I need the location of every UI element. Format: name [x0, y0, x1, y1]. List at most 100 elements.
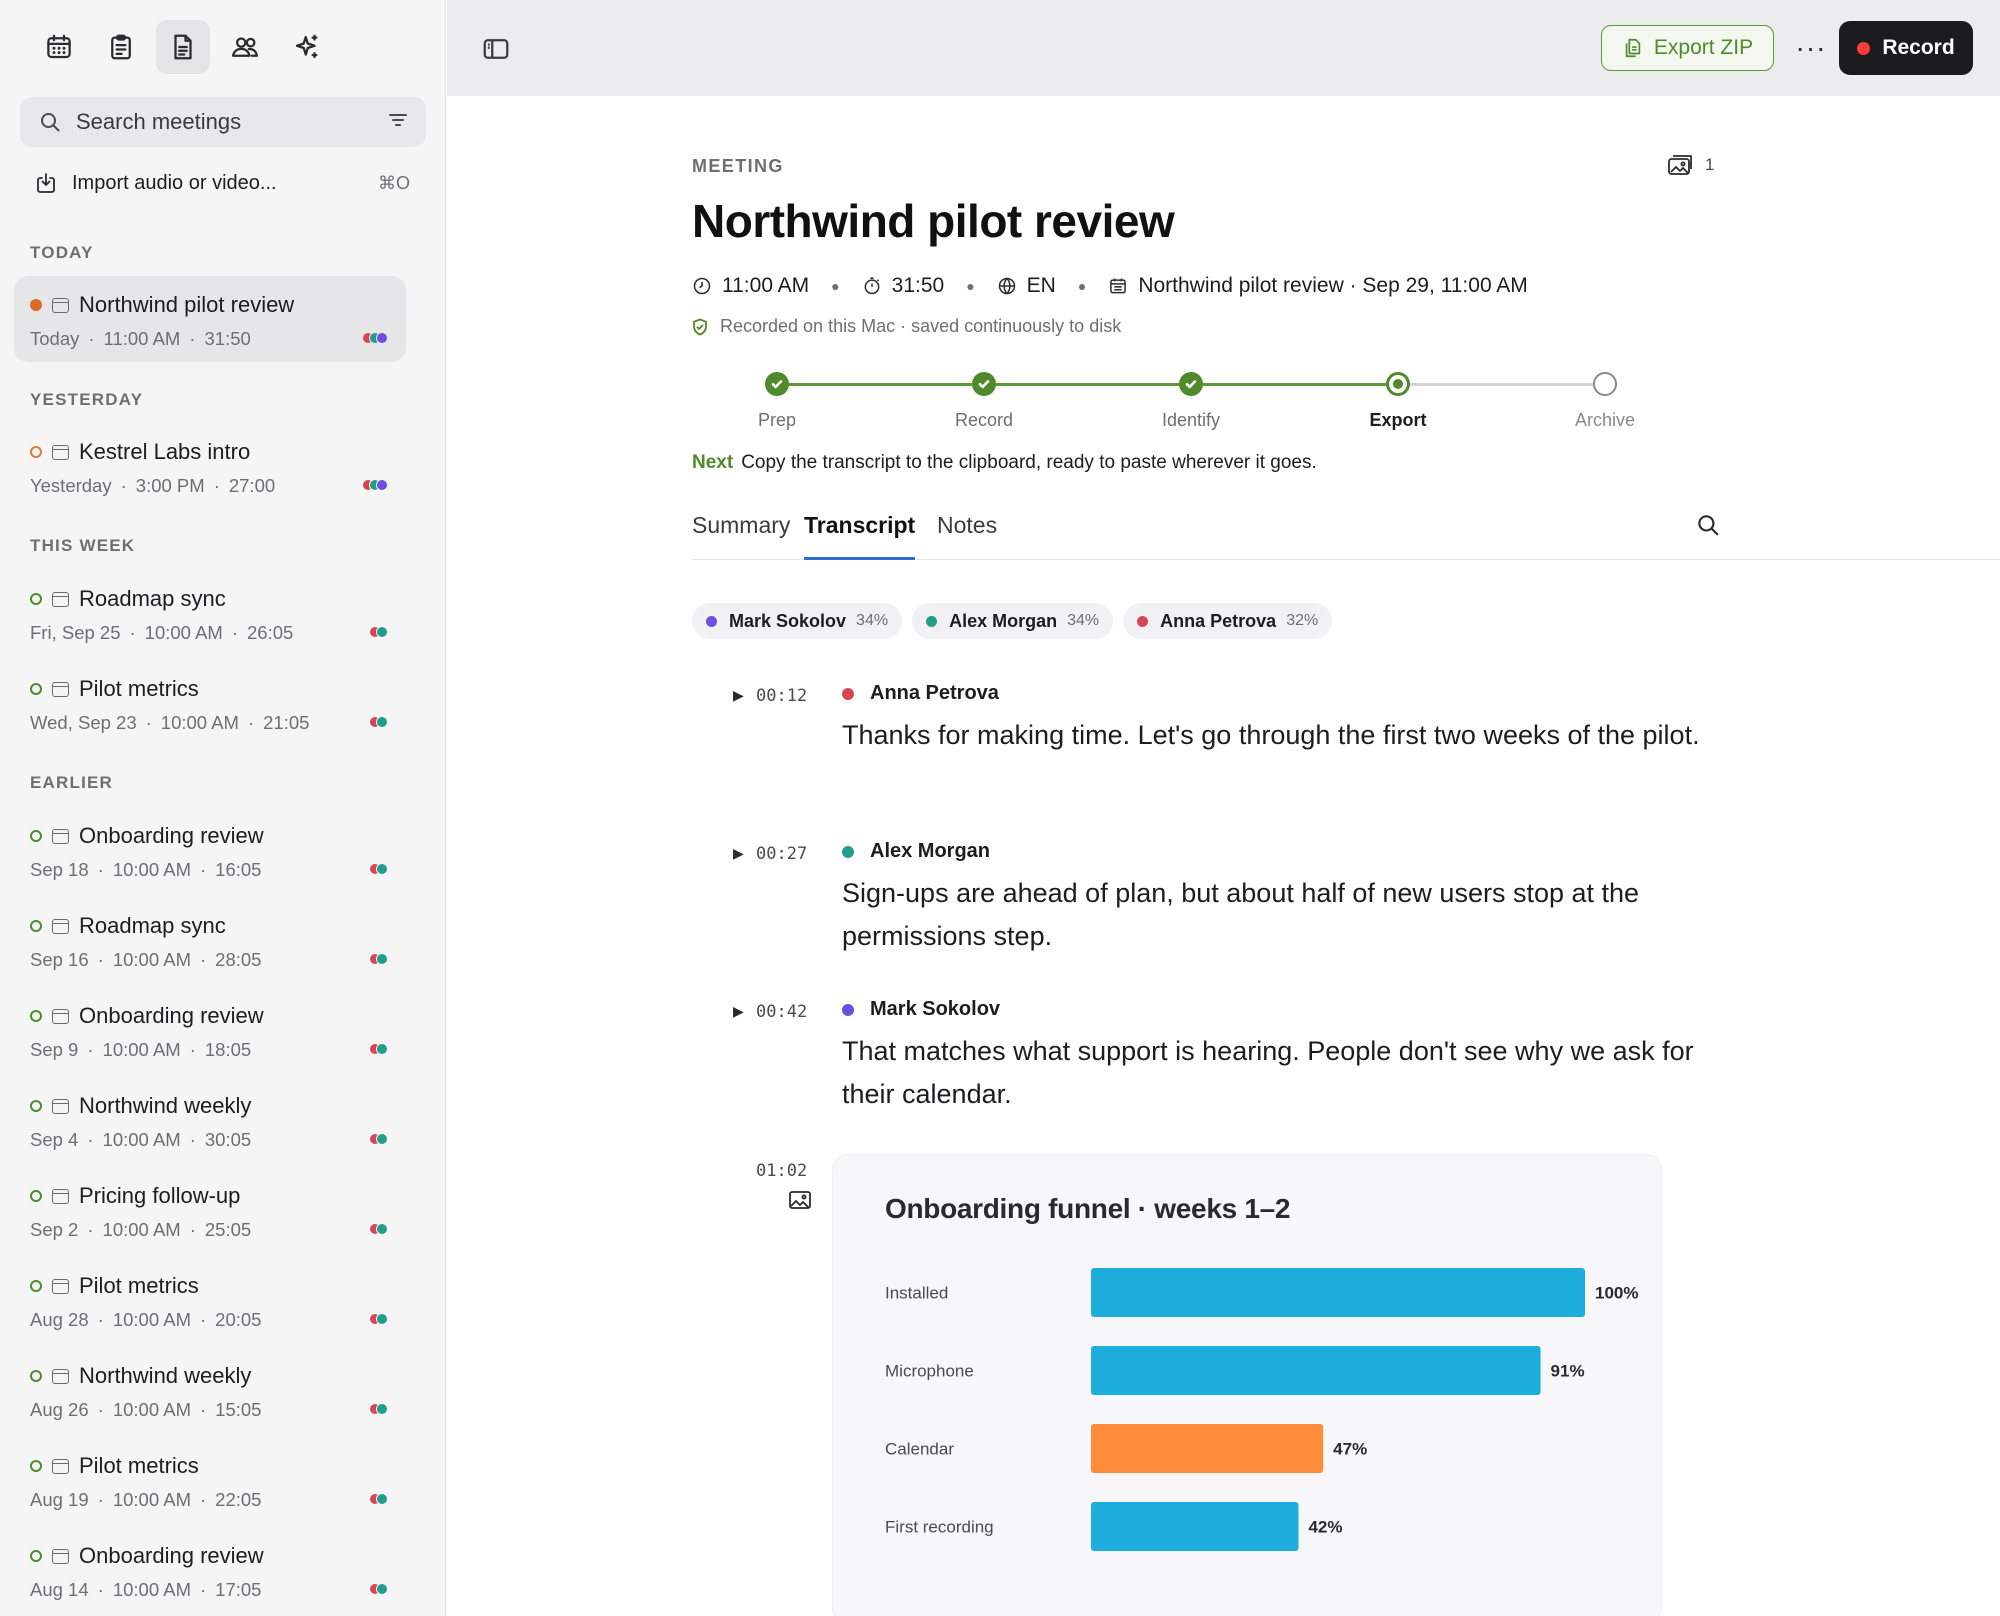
meeting-list-item[interactable]: Roadmap sync Fri, Sep 25 · 10:00 AM · 26:05 [14, 570, 406, 656]
calendar-icon [52, 918, 69, 934]
meeting-list-item[interactable]: Northwind weekly Sep 4 · 10:00 AM · 30:05 [14, 1077, 406, 1163]
nav-ai[interactable] [280, 20, 334, 74]
meeting-detail: MEETING 1 Northwind pilot review 11:00 A… [447, 96, 2000, 1616]
status-dot-icon [30, 1100, 42, 1112]
filter-button[interactable] [386, 108, 410, 137]
meeting-time: 10:00 AM [112, 1579, 191, 1600]
meeting-title: Onboarding review [79, 1003, 264, 1028]
tab-transcript[interactable]: Transcript [804, 512, 916, 560]
meeting-title: Pricing follow-up [79, 1183, 241, 1208]
screenshots-button[interactable]: 1 [1667, 153, 1714, 177]
meeting-title: Northwind pilot review [79, 292, 295, 317]
chart-category-label: Microphone [885, 1362, 974, 1381]
speaker-chip[interactable]: Anna Petrova 32% [1123, 603, 1333, 639]
sidebar-toggle-button[interactable] [481, 34, 511, 64]
meeting-list-item[interactable]: Northwind pilot review Today · 11:00 AM · 31:… [14, 276, 406, 362]
meeting-list-item[interactable]: Onboarding review Aug 14 · 10:00 AM · 17:05 [14, 1527, 406, 1613]
funnel-chart: Installed 100% Microphone 91% Calendar 47% Fir… [885, 1268, 1638, 1551]
calendar-icon [52, 1188, 69, 1204]
participant-dot [376, 716, 388, 728]
check-icon [978, 380, 990, 389]
speaker-chip[interactable]: Alex Morgan 34% [912, 603, 1114, 639]
next-label: Next [692, 452, 734, 473]
meeting-duration: 30:05 [204, 1129, 252, 1150]
import-button[interactable]: Import audio or video... ⌘O [34, 166, 410, 200]
participant-dot [376, 1223, 388, 1235]
meeting-list-item[interactable]: Pilot metrics Wed, Sep 23 · 10:00 AM · 21:05 [14, 660, 406, 746]
participant-dot [376, 1313, 388, 1325]
meeting-duration: 31:50 [204, 328, 251, 349]
meeting-day: Sep 16 [30, 949, 89, 970]
meeting-day: Aug 28 [30, 1309, 89, 1330]
import-label: Import audio or video... [72, 171, 277, 194]
image-icon [789, 1191, 811, 1209]
meeting-list-item[interactable]: Kestrel Labs intro Yesterday · 3:00 PM · 27:0… [14, 423, 406, 509]
participant-dot [376, 863, 388, 875]
participant-dot [376, 1403, 388, 1415]
participant-avatars [362, 332, 388, 344]
screenshot-chart-card[interactable]: Onboarding funnel · weeks 1–2 Installed 1… [832, 1154, 1662, 1616]
meeting-list-item[interactable]: Pilot metrics Aug 19 · 10:00 AM · 22:05 [14, 1437, 406, 1523]
segment-timestamp[interactable]: 00:12 [756, 686, 807, 706]
meeting-duration: 15:05 [215, 1399, 262, 1420]
meeting-list-item[interactable]: Onboarding review Sep 18 · 10:00 AM · 16:05 [14, 807, 406, 893]
nav-meetings[interactable] [156, 20, 210, 74]
tab-notes[interactable]: Notes [937, 512, 997, 560]
chart-bar [1091, 1424, 1324, 1473]
step-identify-node[interactable] [1179, 372, 1203, 396]
globe-icon [998, 277, 1015, 295]
participant-avatars [369, 1043, 388, 1055]
segment-text: That matches what support is hearing. Pe… [842, 1036, 1694, 1109]
meeting-subtitle: Sep 4 · 10:00 AM · 30:05 [30, 1129, 252, 1150]
calendar-event-link[interactable]: Northwind pilot review · Sep 29, 11:00 A… [1138, 274, 1527, 298]
meeting-list-item[interactable]: Pilot metrics Aug 28 · 10:00 AM · 20:05 [14, 1257, 406, 1343]
status-dot-icon [30, 1550, 42, 1562]
meeting-day: Aug 14 [30, 1579, 89, 1600]
play-icon[interactable]: ▶ [733, 845, 744, 862]
meeting-duration: 26:05 [247, 622, 294, 643]
chart-bar [1091, 1346, 1541, 1395]
meeting-list-item[interactable]: Onboarding review Sep 9 · 10:00 AM · 18:05 [14, 987, 406, 1073]
chart-value-label: 100% [1595, 1284, 1638, 1303]
tab-summary[interactable]: Summary [692, 512, 790, 560]
nav-people[interactable] [218, 20, 272, 74]
segment-timestamp[interactable]: 00:27 [756, 844, 807, 864]
meeting-duration: 25:05 [204, 1219, 252, 1240]
play-icon[interactable]: ▶ [733, 1003, 744, 1020]
speaker-chip-name: Alex Morgan [949, 610, 1058, 631]
more-options-button[interactable]: ··· [1791, 30, 1831, 66]
transcript-search-button[interactable] [1695, 512, 1721, 538]
meeting-list-item[interactable]: Northwind weekly Aug 26 · 10:00 AM · 15:05 [14, 1347, 406, 1433]
step-prep-node[interactable] [765, 372, 789, 396]
meeting-time: 11:00 AM [103, 328, 181, 349]
photos-icon [1668, 155, 1692, 175]
step-archive-node[interactable] [1593, 372, 1617, 396]
search-field[interactable]: Search meetings [20, 97, 426, 147]
screenshot-timestamp[interactable]: 01:02 [756, 1161, 807, 1181]
meeting-time: 10:00 AM [102, 1129, 181, 1150]
meeting-kicker: MEETING [692, 156, 784, 176]
nav-tasks[interactable] [94, 20, 148, 74]
record-button[interactable]: Record [1839, 21, 1973, 75]
search-icon [41, 113, 60, 132]
step-label: Identify [1161, 410, 1221, 430]
step-export-node[interactable] [1386, 372, 1410, 396]
speaker-color-dot [842, 845, 854, 858]
play-icon[interactable]: ▶ [733, 687, 744, 704]
calendar-icon [52, 681, 69, 697]
step-record-node[interactable] [972, 372, 996, 396]
segment-speaker-name: Anna Petrova [870, 682, 999, 704]
import-shortcut: ⌘O [377, 172, 410, 193]
speaker-chip[interactable]: Mark Sokolov 34% [692, 603, 903, 639]
nav-calendar[interactable] [32, 20, 86, 74]
export-zip-button[interactable]: Export ZIP [1601, 25, 1774, 71]
segment-timestamp[interactable]: 00:42 [756, 1002, 807, 1022]
meeting-language[interactable]: EN [1027, 274, 1056, 298]
status-dot-icon [30, 1280, 42, 1292]
participant-dot [376, 1043, 388, 1055]
meeting-time: 10:00 AM [112, 1399, 191, 1420]
calendar-icon [47, 34, 71, 59]
meeting-list-item[interactable]: Roadmap sync Sep 16 · 10:00 AM · 28:05 [14, 897, 406, 983]
saved-note-text: Recorded on this Mac · saved continuousl… [720, 316, 1122, 336]
meeting-list-item[interactable]: Pricing follow-up Sep 2 · 10:00 AM · 25:05 [14, 1167, 406, 1253]
